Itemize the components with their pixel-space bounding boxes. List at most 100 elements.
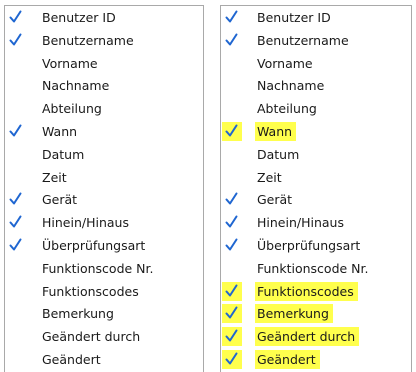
menu-item-wann[interactable]: Wann [221,120,411,143]
menu-item-überprüfungsart[interactable]: Überprüfungsart [5,234,203,257]
checkbox[interactable] [6,145,26,164]
menu-item-vorname[interactable]: Vorname [5,52,203,75]
menu-item-label: Abteilung [257,101,317,117]
checkbox[interactable] [6,54,26,73]
menu-item-geändert[interactable]: Geändert [221,348,411,371]
menu-item-funktionscode-nr[interactable]: Funktionscode Nr. [221,257,411,280]
checkmark-icon [9,10,22,23]
menu-item-label: Funktionscode Nr. [42,260,154,276]
checkbox[interactable] [6,76,26,95]
menu-item-nachname[interactable]: Nachname [221,74,411,97]
checkbox[interactable] [222,236,242,255]
menu-item-zeit[interactable]: Zeit [5,166,203,189]
menu-item-label: Zeit [42,169,67,185]
checkbox[interactable] [6,304,26,323]
checkmark-icon [225,192,238,205]
menu-item-bemerkung[interactable]: Bemerkung [221,302,411,325]
menu-item-label: Überprüfungsart [257,237,361,253]
menu-item-hinein-hinaus[interactable]: Hinein/Hinaus [5,211,203,234]
checkbox[interactable] [222,259,242,278]
checkbox[interactable] [6,122,26,141]
checkbox[interactable] [6,213,26,232]
menu-item-geändert[interactable]: Geändert [5,348,203,371]
menu-item-label: Benutzer ID [42,10,116,25]
menu-item-label: Abteilung [42,101,102,117]
menu-item-geändert-durch[interactable]: Geändert durch [5,325,203,348]
menu-item-label: Hinein/Hinaus [42,215,129,231]
menu-item-label: Nachname [257,78,325,94]
checkbox[interactable] [222,213,242,232]
checkmark-icon [225,215,238,228]
checkbox[interactable] [222,281,242,301]
checkmark-icon [9,238,22,251]
menu-item-funktionscodes[interactable]: Funktionscodes [221,280,411,303]
menu-item-label: Bemerkung [42,306,114,322]
checkmark-icon [225,352,238,365]
menu-item-label: Hinein/Hinaus [257,215,344,231]
checkbox[interactable] [222,190,242,209]
menu-item-funktionscode-nr[interactable]: Funktionscode Nr. [5,257,203,280]
menu-item-label: Gerät [257,192,293,208]
menu-item-label: Benutzername [42,32,134,48]
menu-item-datum[interactable]: Datum [221,143,411,166]
checkmark-icon [9,215,22,228]
menu-item-nachname[interactable]: Nachname [5,74,203,97]
column-list-before: Benutzer ID Benutzername Vorname Nachname Ab… [4,5,204,372]
checkbox[interactable] [6,327,26,346]
checkmark-icon [225,10,238,23]
menu-item-hinein-hinaus[interactable]: Hinein/Hinaus [221,211,411,234]
checkbox[interactable] [222,54,242,73]
menu-item-benutzer-id[interactable]: Benutzer ID [221,6,411,29]
checkmark-icon [9,192,22,205]
menu-item-bemerkung[interactable]: Bemerkung [5,302,203,325]
checkbox[interactable] [6,99,26,118]
checkbox[interactable] [6,282,26,301]
checkbox[interactable] [222,168,242,187]
menu-item-abteilung[interactable]: Abteilung [5,97,203,120]
checkbox[interactable] [6,168,26,187]
checkbox[interactable] [222,349,242,369]
column-list-after: Benutzer ID Benutzername Vorname Nachname Ab… [220,5,412,372]
checkbox[interactable] [6,259,26,278]
checkbox[interactable] [6,31,26,50]
checkbox[interactable] [222,327,242,347]
menu-item-label: Benutzername [257,32,349,48]
menu-item-label: Zeit [257,169,282,185]
checkbox[interactable] [6,8,26,27]
menu-item-zeit[interactable]: Zeit [221,166,411,189]
checkbox[interactable] [222,76,242,95]
checkbox[interactable] [222,8,242,27]
menu-item-label: Überprüfungsart [42,237,146,253]
checkbox[interactable] [222,31,242,50]
menu-item-geändert-durch[interactable]: Geändert durch [221,325,411,348]
checkmark-icon [225,238,238,251]
checkbox[interactable] [6,190,26,209]
menu-item-label: Geändert [42,351,101,367]
menu-item-vorname[interactable]: Vorname [221,52,411,75]
checkbox[interactable] [6,350,26,369]
checkbox[interactable] [222,99,242,118]
menu-item-label: Gerät [42,192,78,208]
menu-item-label: Bemerkung [255,304,333,324]
checkbox[interactable] [6,236,26,255]
menu-item-benutzername[interactable]: Benutzername [5,29,203,52]
checkbox[interactable] [222,304,242,324]
menu-item-wann[interactable]: Wann [5,120,203,143]
menu-item-gerät[interactable]: Gerät [221,188,411,211]
menu-item-label: Wann [255,121,297,141]
checkmark-icon [225,329,238,342]
checkmark-icon [9,33,22,46]
menu-item-überprüfungsart[interactable]: Überprüfungsart [221,234,411,257]
menu-item-label: Funktionscode Nr. [257,260,369,276]
menu-item-funktionscodes[interactable]: Funktionscodes [5,280,203,303]
menu-item-benutzer-id[interactable]: Benutzer ID [5,6,203,29]
menu-item-label: Benutzer ID [257,10,331,25]
menu-item-benutzername[interactable]: Benutzername [221,29,411,52]
menu-item-datum[interactable]: Datum [5,143,203,166]
checkbox[interactable] [222,145,242,164]
menu-item-abteilung[interactable]: Abteilung [221,97,411,120]
menu-item-gerät[interactable]: Gerät [5,188,203,211]
checkbox[interactable] [222,121,242,141]
menu-item-label: Datum [42,146,85,162]
checkmark-icon [225,33,238,46]
